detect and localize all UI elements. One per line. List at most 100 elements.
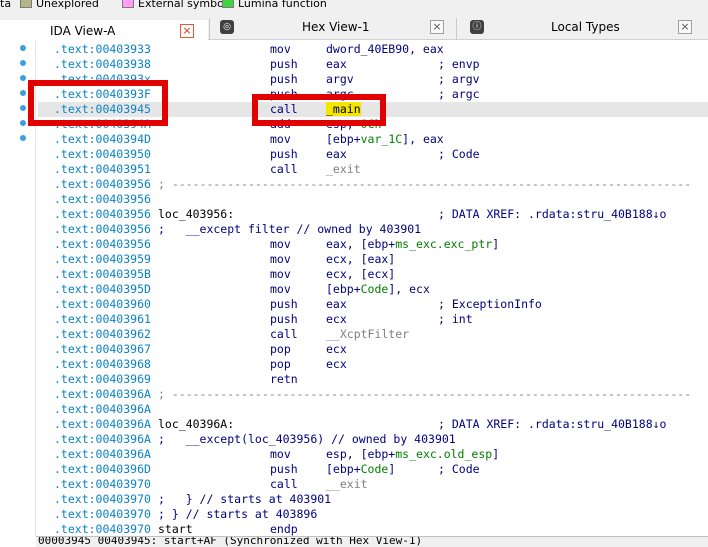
operands[interactable]: ecx [326, 342, 347, 357]
operand-token[interactable]: eax [326, 297, 347, 311]
address[interactable]: .text:00403970 [54, 492, 151, 507]
address[interactable]: .text:0040396D [54, 462, 151, 477]
mnemonic[interactable]: push [270, 297, 298, 312]
operand-token[interactable]: ecx [326, 342, 347, 356]
operand-token[interactable]: ecx [326, 312, 347, 326]
address[interactable]: .text:0040396A [54, 417, 151, 432]
mnemonic[interactable]: push [270, 72, 298, 87]
mnemonic[interactable]: mov [270, 252, 291, 267]
address[interactable]: .text:00403970 [54, 522, 151, 536]
operand-token[interactable]: _exit [326, 162, 361, 176]
operand-token[interactable]: ecx [326, 357, 347, 371]
code-line[interactable]: .text:00403968 pop ecx [38, 357, 708, 372]
address[interactable]: .text:0040396A [54, 402, 151, 417]
operand-token[interactable]: [ebp+ [326, 462, 361, 476]
operands[interactable]: eax [326, 57, 347, 72]
breakpoint-dot-icon[interactable] [20, 45, 26, 51]
tab-hex-view-1[interactable]: ◎ Hex View-1 × [210, 16, 454, 40]
code-line[interactable]: .text:00403950 push eax ; Code [38, 147, 708, 162]
mnemonic[interactable]: mov [270, 267, 291, 282]
operand-token[interactable]: Code [361, 462, 389, 476]
code-line[interactable]: .text:00403951 call _exit [38, 162, 708, 177]
operand-token[interactable]: [ebp+ [326, 132, 361, 146]
operands[interactable]: esp, [ebp+ms_exc.old_esp] [326, 447, 499, 462]
code-line[interactable]: .text:00403970 ; } // starts at 403896 [38, 507, 708, 522]
operands[interactable]: [ebp+var_1C], eax [326, 132, 444, 147]
mnemonic[interactable]: push [270, 57, 298, 72]
address[interactable]: .text:00403967 [54, 342, 151, 357]
operands[interactable]: ecx [326, 312, 347, 327]
operand-token[interactable]: var_1C [361, 132, 403, 146]
code-line[interactable]: .text:0040396A mov esp, [ebp+ms_exc.old_es… [38, 447, 708, 462]
label[interactable]: loc_403956: [158, 207, 234, 222]
address[interactable]: .text:00403950 [54, 147, 151, 162]
code-line[interactable]: .text:00403969 retn [38, 372, 708, 387]
code-line[interactable]: .text:0040396A [38, 402, 708, 417]
mnemonic[interactable]: mov [270, 237, 291, 252]
tab-ida-view-a[interactable]: IDA View-A × [0, 20, 208, 41]
code-line[interactable]: .text:00403959 mov ecx, [eax] [38, 252, 708, 267]
address[interactable]: .text:0040396A [54, 447, 151, 462]
operands[interactable]: ecx [326, 357, 347, 372]
operand-token[interactable]: ecx, [eax] [326, 252, 395, 266]
mnemonic[interactable]: pop [270, 357, 291, 372]
address[interactable]: .text:0040394D [54, 132, 151, 147]
mnemonic[interactable]: push [270, 312, 298, 327]
close-icon[interactable]: × [180, 24, 194, 38]
address[interactable]: .text:00403970 [54, 507, 151, 522]
mnemonic[interactable]: mov [270, 447, 291, 462]
code-line[interactable]: .text:0040396A ; __except(loc_403956) // … [38, 432, 708, 447]
operand-token[interactable]: ms_exc.old_esp [395, 447, 492, 461]
operands[interactable]: __XcptFilter [326, 327, 409, 342]
address[interactable]: .text:00403956 [54, 222, 151, 237]
code-line[interactable]: .text:00403967 pop ecx [38, 342, 708, 357]
operands[interactable]: __exit [326, 477, 368, 492]
code-line[interactable]: .text:0040396D push [ebp+Code] ; Code [38, 462, 708, 477]
operand-token[interactable]: ecx, [ecx] [326, 267, 395, 281]
code-line[interactable]: .text:00403956 [38, 192, 708, 207]
code-line[interactable]: .text:00403970 ; } // starts at 403901 [38, 492, 708, 507]
operand-token[interactable]: argv [326, 72, 354, 86]
operand-token[interactable]: __exit [326, 477, 368, 491]
operand-token[interactable]: eax [326, 147, 347, 161]
address[interactable]: .text:00403956 [54, 192, 151, 207]
breakpoint-dot-icon[interactable] [20, 90, 26, 96]
operands[interactable]: eax [326, 297, 347, 312]
operand-token[interactable]: esp, [ebp+ [326, 447, 395, 461]
mnemonic[interactable]: endp [270, 522, 298, 536]
operand-token[interactable]: __XcptFilter [326, 327, 409, 341]
breakpoint-dot-icon[interactable] [20, 135, 26, 141]
operands[interactable]: [ebp+Code] [326, 462, 395, 477]
mnemonic[interactable]: call [270, 162, 298, 177]
operand-token[interactable]: ] [492, 237, 499, 251]
address[interactable]: .text:00403933 [54, 42, 151, 57]
operands[interactable]: eax [326, 147, 347, 162]
operands[interactable]: [ebp+Code], ecx [326, 282, 430, 297]
breakpoint-dot-icon[interactable] [20, 75, 26, 81]
address[interactable]: .text:00403951 [54, 162, 151, 177]
address[interactable]: .text:00403960 [54, 297, 151, 312]
code-line[interactable]: .text:00403938 push eax ; envp [38, 57, 708, 72]
code-line[interactable]: .text:00403956 ; ------------------------… [38, 177, 708, 192]
address[interactable]: .text:00403959 [54, 252, 151, 267]
mnemonic[interactable]: call [270, 327, 298, 342]
operands[interactable]: eax, [ebp+ms_exc.exc_ptr] [326, 237, 499, 252]
address[interactable]: .text:00403961 [54, 312, 151, 327]
address[interactable]: .text:00403956 [54, 237, 151, 252]
operand-token[interactable]: ], eax [402, 132, 444, 146]
address[interactable]: .text:00403968 [54, 357, 151, 372]
mnemonic[interactable]: mov [270, 282, 291, 297]
code-line[interactable]: .text:0040394D mov [ebp+var_1C], eax [38, 132, 708, 147]
code-line[interactable]: .text:00403933 mov dword_40EB90, eax [38, 42, 708, 57]
code-line[interactable]: .text:00403960 push eax ; ExceptionInfo [38, 297, 708, 312]
code-line[interactable]: .text:0040396A loc_40396A: ; DATA XREF: .r… [38, 417, 708, 432]
address[interactable]: .text:00403956 [54, 177, 151, 192]
mnemonic[interactable]: push [270, 462, 298, 477]
breakpoint-dot-icon[interactable] [20, 60, 26, 66]
breakpoint-dot-icon[interactable] [20, 105, 26, 111]
breakpoint-dot-icon[interactable] [20, 120, 26, 126]
mnemonic[interactable]: retn [270, 372, 298, 387]
operands[interactable]: argv [326, 72, 354, 87]
code-line[interactable]: .text:00403970 call __exit [38, 477, 708, 492]
address[interactable]: .text:00403956 [54, 207, 151, 222]
